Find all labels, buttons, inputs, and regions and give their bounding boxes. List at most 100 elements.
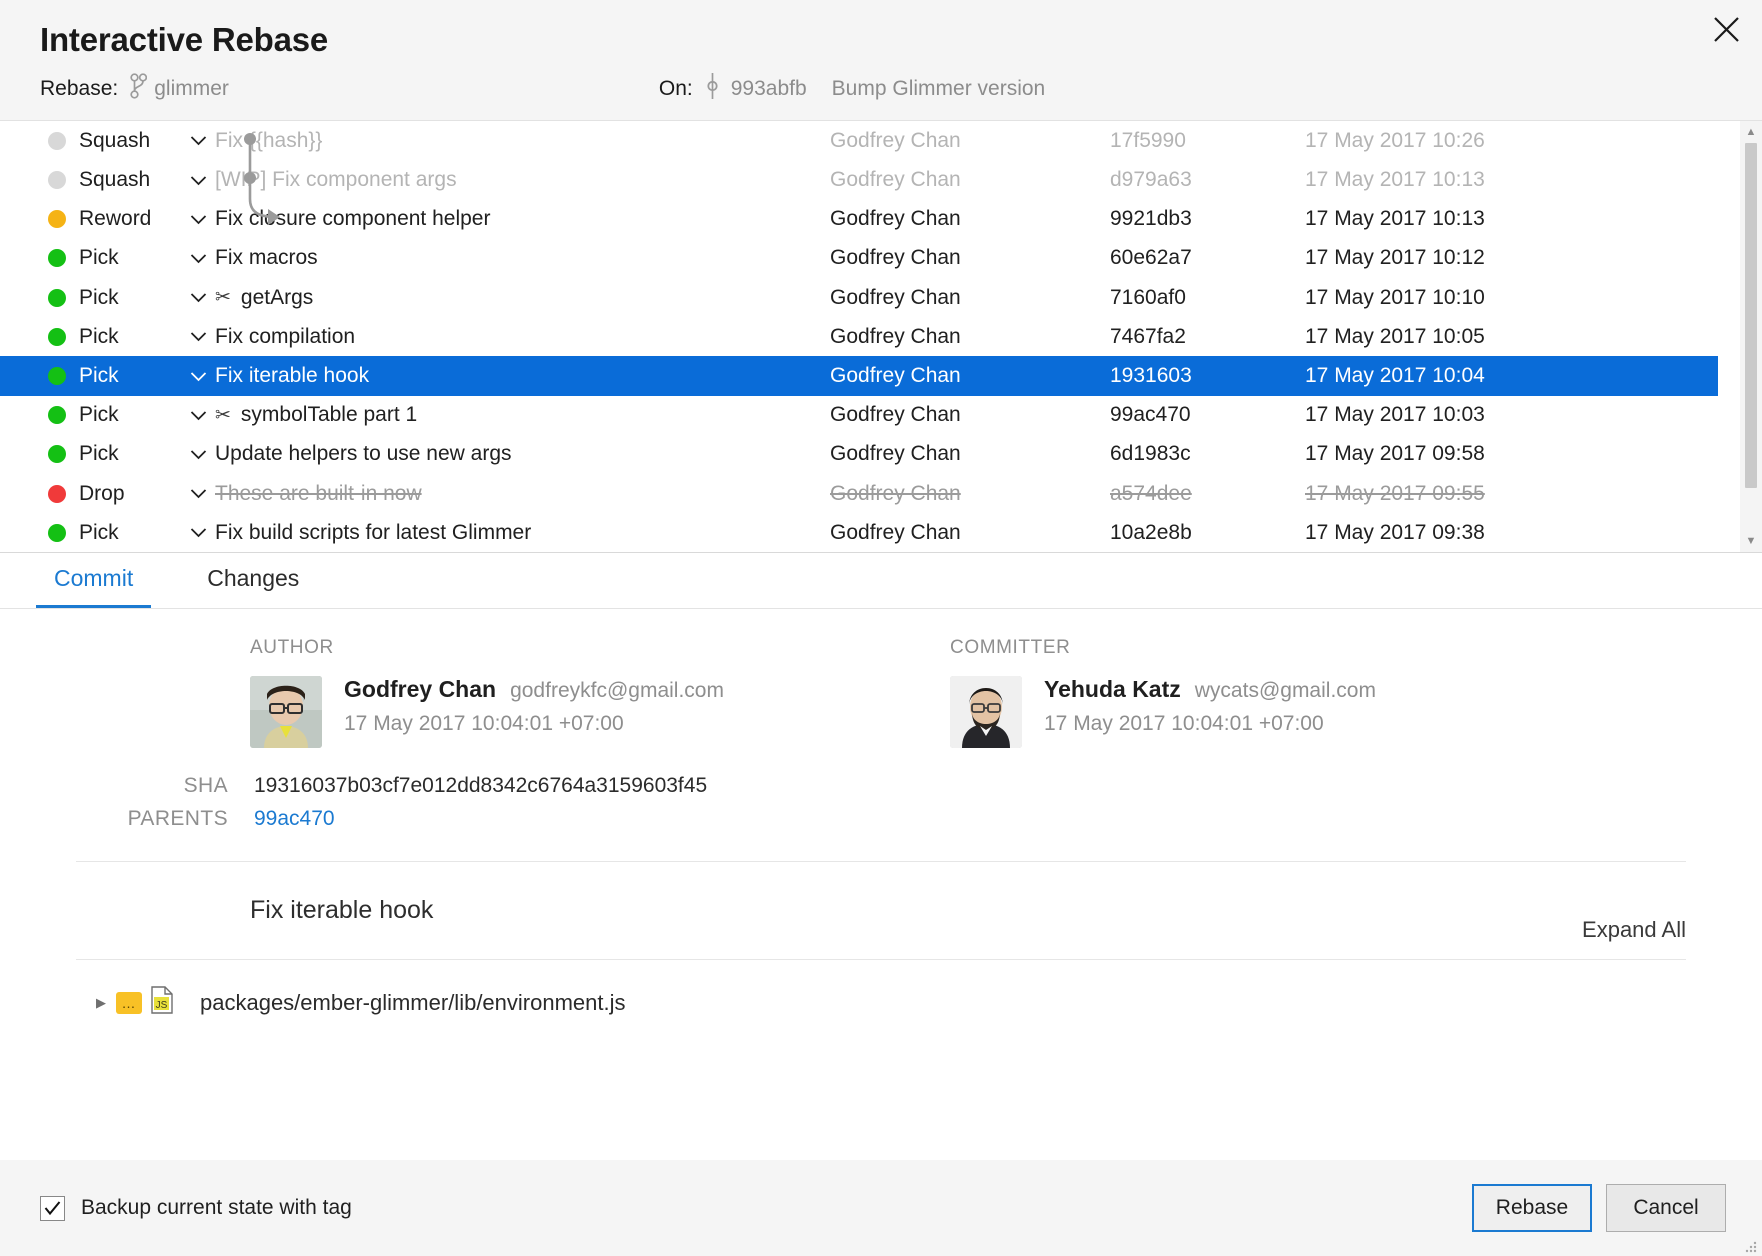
commit-subject-cell: Fix build scripts for latest Glimmer	[215, 521, 830, 545]
commit-date-cell: 17 May 2017 10:13	[1305, 207, 1565, 231]
expand-all-button[interactable]: Expand All	[1582, 917, 1686, 943]
rebase-onto-group: On: 993abfb Bump Glimmer version	[659, 73, 1045, 105]
sha-label: SHA	[120, 774, 228, 798]
action-color-dot	[48, 485, 66, 503]
commit-action-cell[interactable]: Pick	[0, 403, 215, 427]
parents-value-link[interactable]: 99ac470	[254, 807, 335, 831]
commit-author-cell: Godfrey Chan	[830, 442, 1110, 466]
chevron-down-icon[interactable]	[185, 371, 211, 382]
rebase-branch-name: glimmer	[154, 77, 229, 101]
commit-action-cell[interactable]: Pick	[0, 364, 215, 388]
action-color-dot	[48, 249, 66, 267]
commit-hash-cell: 6d1983c	[1110, 442, 1305, 466]
tab-changes[interactable]: Changes	[189, 565, 317, 608]
commit-row[interactable]: PickUpdate helpers to use new args Godfre…	[0, 435, 1718, 474]
commit-author-cell: Godfrey Chan	[830, 364, 1110, 388]
detail-tabs: Commit Changes	[0, 553, 1762, 609]
commit-hash-cell: 1931603	[1110, 364, 1305, 388]
chevron-down-icon[interactable]	[185, 175, 211, 186]
commit-action-cell[interactable]: Pick	[0, 442, 215, 466]
commit-author-cell: Godfrey Chan	[830, 129, 1110, 153]
commit-subject: Fix build scripts for latest Glimmer	[215, 521, 531, 545]
chevron-down-icon[interactable]	[185, 292, 211, 303]
svg-text:JS: JS	[156, 1000, 168, 1011]
chevron-down-icon[interactable]	[185, 135, 211, 146]
commit-identifiers: SHA 19316037b03cf7e012dd8342c6764a315960…	[0, 774, 1762, 831]
committer-block: COMMITTER	[950, 637, 1376, 748]
action-color-dot	[48, 524, 66, 542]
chevron-right-icon[interactable]: ▶	[96, 995, 116, 1011]
action-label: Squash	[79, 129, 185, 153]
file-status-badge: …	[116, 992, 142, 1014]
chevron-down-icon[interactable]	[185, 410, 211, 421]
commit-action-cell[interactable]: Reword	[0, 207, 215, 231]
commit-action-cell[interactable]: Pick	[0, 521, 215, 545]
action-color-dot	[48, 367, 66, 385]
chevron-down-icon[interactable]	[185, 331, 211, 342]
close-icon[interactable]	[1700, 6, 1752, 52]
commit-list[interactable]: SquashFix {{hash}}Godfrey Chan17f599017 …	[0, 120, 1762, 553]
cancel-button[interactable]: Cancel	[1606, 1184, 1726, 1232]
scroll-down-icon[interactable]: ▼	[1740, 530, 1762, 552]
commit-action-cell[interactable]: Squash	[0, 168, 215, 192]
commit-subject: Fix closure component helper	[215, 207, 490, 231]
commit-author-cell: Godfrey Chan	[830, 521, 1110, 545]
tab-commit[interactable]: Commit	[36, 565, 151, 608]
rebase-label: Rebase:	[40, 77, 118, 101]
commit-subject-cell: Fix macros	[215, 246, 830, 270]
backup-state-label: Backup current state with tag	[81, 1196, 352, 1220]
action-label: Pick	[79, 325, 185, 349]
commit-action-cell[interactable]: Pick	[0, 246, 215, 270]
file-list-item[interactable]: ▶ … JS packages/ember-glimmer/lib/enviro…	[0, 960, 1762, 1020]
chevron-down-icon[interactable]	[185, 253, 211, 264]
commit-subject-cell: These are built-in now	[215, 482, 830, 506]
scroll-up-icon[interactable]: ▲	[1740, 121, 1762, 143]
commit-hash-cell: 99ac470	[1110, 403, 1305, 427]
scrollbar-thumb[interactable]	[1745, 143, 1757, 488]
action-label: Pick	[79, 246, 185, 270]
commit-row[interactable]: DropThese are built-in nowGodfrey Chana5…	[0, 474, 1718, 513]
commit-subject: Fix macros	[215, 246, 318, 270]
committer-name: Yehuda Katz	[1044, 676, 1181, 703]
chevron-down-icon[interactable]	[185, 449, 211, 460]
action-label: Reword	[79, 207, 185, 231]
commit-hash-cell: 9921db3	[1110, 207, 1305, 231]
backup-state-checkbox[interactable]: Backup current state with tag	[40, 1196, 352, 1221]
commit-row[interactable]: PickFix macrosGodfrey Chan60e62a717 May …	[0, 239, 1718, 278]
commit-row[interactable]: PickFix iterable hookGodfrey Chan1931603…	[0, 356, 1718, 395]
chevron-down-icon[interactable]	[185, 527, 211, 538]
page-title: Interactive Rebase	[40, 22, 1762, 58]
on-label: On:	[659, 77, 693, 101]
author-block: AUTHOR	[250, 637, 930, 748]
committer-avatar	[950, 676, 1022, 748]
commit-row[interactable]: Pick✂getArgsGodfrey Chan7160af017 May 20…	[0, 278, 1718, 317]
chevron-down-icon[interactable]	[185, 214, 211, 225]
commit-list-scrollbar[interactable]: ▲ ▼	[1740, 121, 1762, 552]
action-color-dot	[48, 171, 66, 189]
commit-row[interactable]: RewordFix closure component helperGodfre…	[0, 200, 1718, 239]
commit-row[interactable]: PickFix build scripts for latest Glimmer…	[0, 513, 1718, 552]
dialog-header: Interactive Rebase Rebase: glimmer On:	[0, 0, 1762, 120]
commit-icon	[705, 73, 720, 105]
action-color-dot	[48, 406, 66, 424]
commit-date-cell: 17 May 2017 10:05	[1305, 325, 1565, 349]
commit-row[interactable]: PickFix compilationGodfrey Chan7467fa217…	[0, 317, 1718, 356]
commit-subject-cell: ✂getArgs	[215, 286, 830, 310]
commit-subject: Fix compilation	[215, 325, 355, 349]
footer-buttons: Rebase Cancel	[1472, 1184, 1726, 1232]
commit-row[interactable]: SquashFix {{hash}}Godfrey Chan17f599017 …	[0, 121, 1718, 160]
commit-action-cell[interactable]: Pick	[0, 286, 215, 310]
commit-row[interactable]: Squash[WIP] Fix component argsGodfrey Ch…	[0, 160, 1718, 199]
commit-action-cell[interactable]: Drop	[0, 482, 215, 506]
commit-action-cell[interactable]: Pick	[0, 325, 215, 349]
rebase-button[interactable]: Rebase	[1472, 1184, 1592, 1232]
commit-action-cell[interactable]: Squash	[0, 129, 215, 153]
checkbox-box[interactable]	[40, 1196, 65, 1221]
commit-subject: Update helpers to use new args	[215, 442, 512, 466]
action-color-dot	[48, 210, 66, 228]
commit-row[interactable]: Pick✂symbolTable part 1Godfrey Chan99ac4…	[0, 396, 1718, 435]
chevron-down-icon[interactable]	[185, 488, 211, 499]
commit-subject-cell: Update helpers to use new args	[215, 442, 830, 466]
author-avatar	[250, 676, 322, 748]
resize-grip-icon[interactable]	[1744, 1240, 1758, 1254]
